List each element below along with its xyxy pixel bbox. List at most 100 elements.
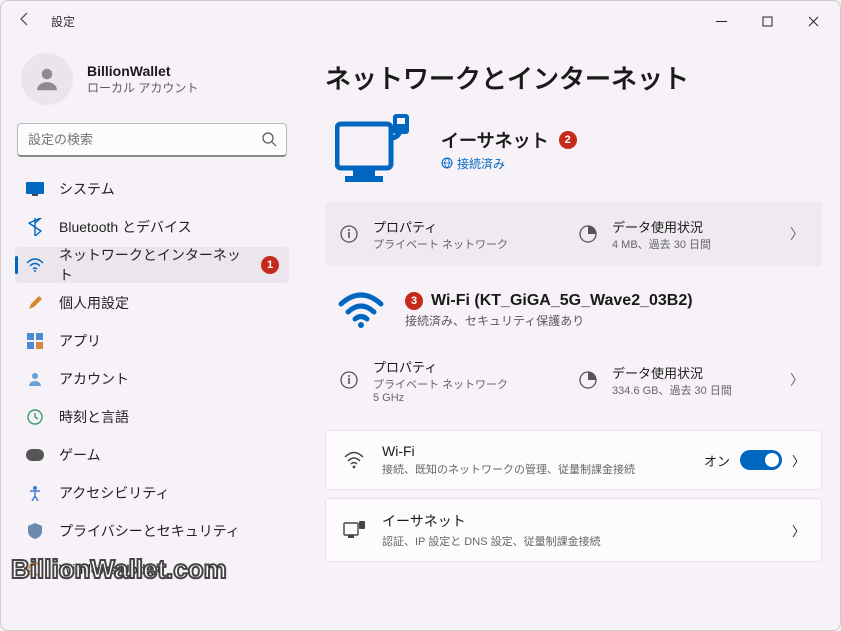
data-usage-icon xyxy=(578,224,598,244)
globe-icon xyxy=(441,157,453,169)
maximize-button[interactable] xyxy=(744,5,790,37)
close-button[interactable] xyxy=(790,5,836,37)
chevron-right-icon[interactable]: 〉 xyxy=(792,451,805,470)
annotation-badge-1: 1 xyxy=(261,256,279,274)
user-subtitle: ローカル アカウント xyxy=(87,79,198,96)
data-usage-sub: 334.6 GB、過去 30 日間 xyxy=(612,382,732,398)
chevron-right-icon[interactable]: 〉 xyxy=(792,521,805,540)
chevron-right-icon[interactable]: 〉 xyxy=(786,224,808,244)
chevron-right-icon[interactable]: 〉 xyxy=(786,370,808,390)
ethernet-hero: イーサネット 2 接続済み xyxy=(325,114,822,184)
maximize-icon xyxy=(762,16,773,27)
nav-label: 時刻と言語 xyxy=(59,407,129,427)
shield-icon xyxy=(25,521,45,541)
wifi-title: Wi-Fi (KT_GiGA_5G_Wave2_03B2) xyxy=(431,292,693,310)
nav-label: アカウント xyxy=(59,369,129,389)
wifi-title-row: 3 Wi-Fi (KT_GiGA_5G_Wave2_03B2) xyxy=(405,292,693,310)
nav-privacy[interactable]: プライバシーとセキュリティ xyxy=(15,513,289,549)
data-usage-label: データ使用状況 xyxy=(612,217,711,236)
nav-apps[interactable]: アプリ xyxy=(15,323,289,359)
wifi-card[interactable]: Wi-Fi 接続、既知のネットワークの管理、従量制課金接続 オン 〉 xyxy=(325,430,822,490)
nav-personalization[interactable]: 個人用設定 xyxy=(15,285,289,321)
wifi-toggle[interactable] xyxy=(740,450,782,470)
annotation-badge-3: 3 xyxy=(405,292,423,310)
nav-bluetooth[interactable]: Bluetooth とデバイス xyxy=(15,209,289,245)
info-icon xyxy=(339,370,359,390)
avatar xyxy=(21,53,73,105)
nav-label: アクセシビリティ xyxy=(59,483,169,503)
nav-gaming[interactable]: ゲーム xyxy=(15,437,289,473)
back-button[interactable] xyxy=(11,11,39,32)
titlebar: 設定 xyxy=(1,1,840,41)
wifi-data-usage-cell[interactable]: データ使用状況 334.6 GB、過去 30 日間 xyxy=(578,363,768,398)
ethernet-card-sub: 認証、IP 設定と DNS 設定、従量制課金接続 xyxy=(382,533,662,549)
data-usage-label: データ使用状況 xyxy=(612,363,732,382)
accounts-icon xyxy=(25,369,45,389)
clock-icon xyxy=(25,407,45,427)
network-icon xyxy=(25,255,45,275)
nav-label: 個人用設定 xyxy=(59,293,129,313)
search-input[interactable] xyxy=(17,123,287,157)
brush-icon xyxy=(25,293,45,313)
ethernet-card-right: 〉 xyxy=(792,521,805,540)
ethernet-data-usage-cell[interactable]: データ使用状況 4 MB、過去 30 日間 xyxy=(578,217,768,252)
properties-label: プロパティ xyxy=(373,357,508,376)
ethernet-properties-cell[interactable]: プロパティ プライベート ネットワーク xyxy=(339,217,560,252)
close-icon xyxy=(808,16,819,27)
main-content: ネットワークとインターネット イーサネット 2 接続済み xyxy=(301,41,840,630)
search-icon xyxy=(261,131,277,147)
data-usage-sub: 4 MB、過去 30 日間 xyxy=(612,236,711,252)
window-controls xyxy=(698,5,836,37)
annotation-badge-2: 2 xyxy=(559,131,577,149)
wifi-card-sub: 接続、既知のネットワークの管理、従量制課金接続 xyxy=(382,461,662,477)
wifi-hero-sub: 接続済み、セキュリティ保護あり xyxy=(405,312,693,329)
nav-label: プライバシーとセキュリティ xyxy=(59,521,240,541)
sidebar: BillionWallet ローカル アカウント システム Bluetooth … xyxy=(1,41,301,630)
ethernet-title-row: イーサネット 2 xyxy=(441,127,577,153)
properties-label: プロパティ xyxy=(373,217,508,236)
properties-sub: プライベート ネットワーク xyxy=(373,236,508,252)
nav-network[interactable]: ネットワークとインターネット 1 xyxy=(15,247,289,283)
bluetooth-icon xyxy=(25,217,45,237)
toggle-label: オン xyxy=(704,451,730,470)
nav-system[interactable]: システム xyxy=(15,171,289,207)
page-title: ネットワークとインターネット xyxy=(325,59,822,96)
nav-label: ネットワークとインターネット xyxy=(59,245,253,285)
info-icon xyxy=(339,224,359,244)
properties-sub1: プライベート ネットワーク xyxy=(373,376,508,392)
wifi-summary-row: プロパティ プライベート ネットワーク 5 GHz データ使用状況 334.6 … xyxy=(325,348,822,412)
data-usage-icon xyxy=(578,370,598,390)
update-icon xyxy=(25,559,45,579)
nav-label: Windows Update xyxy=(59,561,165,577)
nav-update[interactable]: Windows Update xyxy=(15,551,289,587)
arrow-left-icon xyxy=(17,11,33,27)
properties-sub2: 5 GHz xyxy=(373,392,508,404)
ethernet-status-row: 接続済み xyxy=(441,155,577,172)
apps-icon xyxy=(25,331,45,351)
wifi-properties-cell[interactable]: プロパティ プライベート ネットワーク 5 GHz xyxy=(339,357,560,404)
gaming-icon xyxy=(25,445,45,465)
nav-label: アプリ xyxy=(59,331,101,351)
window-title: 設定 xyxy=(51,13,75,30)
settings-window: 設定 BillionWallet ローカル アカウント xyxy=(0,0,841,631)
nav-accessibility[interactable]: アクセシビリティ xyxy=(15,475,289,511)
nav-accounts[interactable]: アカウント xyxy=(15,361,289,397)
wifi-icon xyxy=(342,451,366,469)
nav-label: Bluetooth とデバイス xyxy=(59,217,192,237)
ethernet-card[interactable]: イーサネット 認証、IP 設定と DNS 設定、従量制課金接続 〉 xyxy=(325,498,822,562)
nav-label: システム xyxy=(59,179,115,199)
wifi-hero-icon xyxy=(335,290,387,330)
user-block[interactable]: BillionWallet ローカル アカウント xyxy=(15,45,289,121)
nav-label: ゲーム xyxy=(59,445,101,465)
search-wrap xyxy=(17,123,287,157)
accessibility-icon xyxy=(25,483,45,503)
nav-time[interactable]: 時刻と言語 xyxy=(15,399,289,435)
minimize-button[interactable] xyxy=(698,5,744,37)
minimize-icon xyxy=(716,16,727,27)
ethernet-hero-icon xyxy=(335,114,421,184)
wifi-hero: 3 Wi-Fi (KT_GiGA_5G_Wave2_03B2) 接続済み、セキュ… xyxy=(325,284,822,348)
system-icon xyxy=(25,179,45,199)
ethernet-status: 接続済み xyxy=(457,155,505,172)
ethernet-title: イーサネット xyxy=(441,127,549,153)
wifi-card-right: オン 〉 xyxy=(704,450,805,470)
